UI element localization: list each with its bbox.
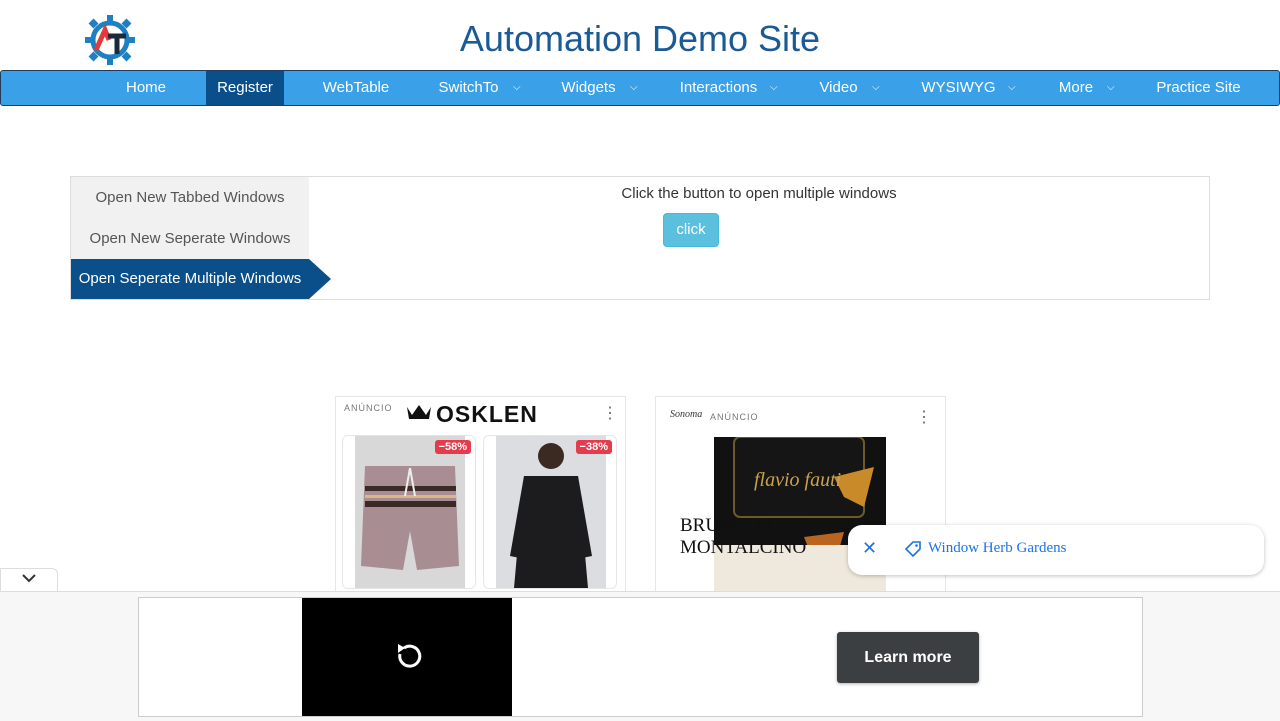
ad-video[interactable] [302, 598, 512, 716]
nav-label: WebTable [322, 79, 390, 96]
nav-widgets[interactable]: Widgets ⌵ [546, 71, 637, 105]
crown-icon [407, 405, 431, 419]
panel-instruction: Click the button to open multiple window… [621, 185, 897, 202]
tab-open-new-seperate-windows[interactable]: Open New Seperate Windows [71, 219, 309, 259]
nav-label: More [1058, 79, 1094, 96]
ad-label: ANÚNCIO [344, 403, 393, 413]
tab-open-seperate-multiple-windows[interactable]: Open Seperate Multiple Windows [71, 259, 331, 299]
kebab-menu-icon[interactable]: ⋮ [602, 403, 618, 423]
nav-label: SwitchTo [438, 79, 499, 96]
chevron-down-icon: ⌵ [1107, 82, 1115, 93]
ad-brand: OSKLEN [436, 401, 538, 427]
close-icon[interactable]: ✕ [862, 539, 880, 557]
nav-label: Practice Site [1156, 79, 1241, 96]
nav-label: Video [819, 79, 858, 96]
bottom-ad-frame: Learn more [138, 597, 1143, 717]
wine-label-text: BRUNELLO DI MONTALCINO [680, 515, 807, 558]
collapse-chevron-icon [21, 571, 37, 587]
suggestion-chip[interactable]: ✕ Window Herb Gardens [848, 525, 1264, 575]
ad-label: ANÚNCIO [710, 412, 759, 422]
nav-home[interactable]: Home [106, 71, 186, 105]
nav-label: Home [125, 79, 166, 96]
nav-switchto[interactable]: SwitchTo ⌵ [421, 71, 520, 105]
chevron-down-icon: ⌵ [872, 82, 880, 93]
chevron-down-icon: ⌵ [770, 82, 778, 93]
tabs-column: Open New Tabbed Windows Open New Seperat… [71, 177, 331, 299]
nav-practice-site[interactable]: Practice Site [1146, 71, 1251, 105]
tab-open-new-tabbed-windows[interactable]: Open New Tabbed Windows [71, 178, 309, 218]
nav-register[interactable]: Register [206, 71, 284, 105]
click-button[interactable]: click [663, 213, 719, 247]
discount-badge: −38% [575, 440, 612, 454]
nav-label: Widgets [561, 79, 616, 96]
discount-badge: −58% [434, 440, 471, 454]
ad-product-card[interactable]: −58% [342, 435, 476, 589]
nav-more[interactable]: More ⌵ [1041, 71, 1115, 105]
kebab-menu-icon[interactable]: ⋮ [916, 407, 932, 427]
ad-osklen[interactable]: ANÚNCIO OSKLEN ⋮ −58% −38% [335, 396, 626, 598]
chevron-down-icon: ⌵ [513, 82, 521, 93]
main-navbar: Home Register WebTable SwitchTo ⌵ Widgets… [0, 70, 1280, 106]
chevron-down-icon: ⌵ [1008, 82, 1016, 93]
nav-wysiwyg[interactable]: WYSIWYG ⌵ [906, 71, 1015, 105]
ad-product-card[interactable]: −38% [483, 435, 617, 589]
product-image-shorts [355, 436, 465, 588]
nav-interactions[interactable]: Interactions ⌵ [666, 71, 778, 105]
site-title: Automation Demo Site [459, 18, 821, 59]
learn-more-button[interactable]: Learn more [837, 632, 979, 683]
tag-icon [904, 541, 921, 558]
replay-icon[interactable] [394, 642, 422, 680]
suggestion-chip-text[interactable]: Window Herb Gardens [928, 540, 1067, 557]
bottom-ad-bar: Learn more [0, 591, 1280, 721]
ad-collapse-toggle[interactable] [0, 568, 58, 593]
nav-video[interactable]: Video ⌵ [801, 71, 879, 105]
nav-label: Register [217, 79, 273, 96]
wine-signature: flavio fauti [754, 469, 842, 491]
windows-panel: Open New Tabbed Windows Open New Seperat… [70, 176, 1210, 300]
nav-label: WYSIWYG [921, 79, 996, 96]
product-image-shirt [496, 436, 606, 588]
ad-brand-logo: Sonoma [670, 409, 703, 420]
chevron-down-icon: ⌵ [630, 82, 638, 93]
nav-label: Interactions [679, 79, 758, 96]
nav-webtable[interactable]: WebTable [306, 71, 406, 105]
